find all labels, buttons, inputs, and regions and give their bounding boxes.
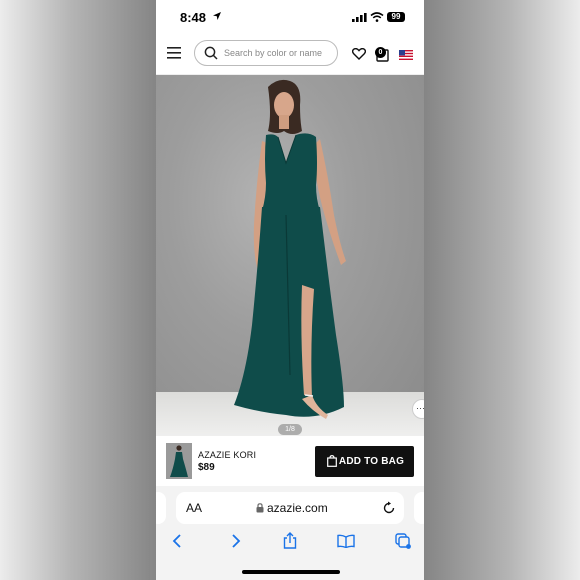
product-price: $89 — [198, 462, 215, 473]
share-icon[interactable] — [283, 532, 297, 549]
search-icon — [204, 46, 218, 60]
wifi-icon — [370, 12, 384, 22]
next-tab-peek[interactable] — [414, 492, 424, 524]
thumbnail-dress-icon — [166, 443, 192, 479]
model-in-dress-illustration — [234, 79, 346, 419]
product-thumbnail[interactable] — [166, 443, 192, 479]
flag-icon[interactable] — [399, 50, 413, 60]
search-box[interactable] — [194, 40, 338, 66]
url-text: azazie.com — [267, 501, 328, 515]
status-time: 8:48 — [180, 10, 207, 25]
image-counter: 1/8 — [278, 424, 302, 435]
battery-indicator: 99 — [387, 12, 405, 22]
address-bar[interactable]: AA azazie.com — [176, 492, 404, 524]
bookmarks-icon[interactable] — [337, 534, 355, 548]
forward-icon[interactable] — [229, 534, 241, 548]
product-action-bar: AZAZIE KORI $89 ADD TO BAG — [156, 436, 424, 486]
location-arrow-icon — [213, 12, 221, 20]
background-right — [424, 0, 580, 580]
text-size-button[interactable]: AA — [186, 501, 202, 515]
back-icon[interactable] — [172, 534, 184, 548]
menu-icon[interactable] — [167, 47, 181, 59]
lock-icon — [256, 503, 264, 513]
phone-screen: 8:48 99 0 — [156, 0, 424, 580]
browser-toolbar: AA azazie.com — [156, 486, 424, 580]
bag-count-badge: 0 — [375, 47, 386, 58]
cellular-signal-icon — [352, 13, 367, 22]
tabs-icon[interactable] — [395, 533, 411, 549]
search-input[interactable] — [224, 41, 334, 65]
reload-icon[interactable] — [382, 501, 396, 515]
heart-icon[interactable] — [352, 48, 366, 60]
status-bar: 8:48 99 — [156, 0, 424, 34]
product-name: AZAZIE KORI — [198, 450, 257, 460]
site-header: 0 — [156, 34, 424, 75]
bag-add-icon — [327, 455, 337, 467]
previous-tab-peek[interactable] — [156, 492, 166, 524]
home-indicator — [242, 570, 340, 574]
product-image[interactable]: 1/8 ··· — [156, 75, 424, 436]
background-left — [0, 0, 156, 580]
